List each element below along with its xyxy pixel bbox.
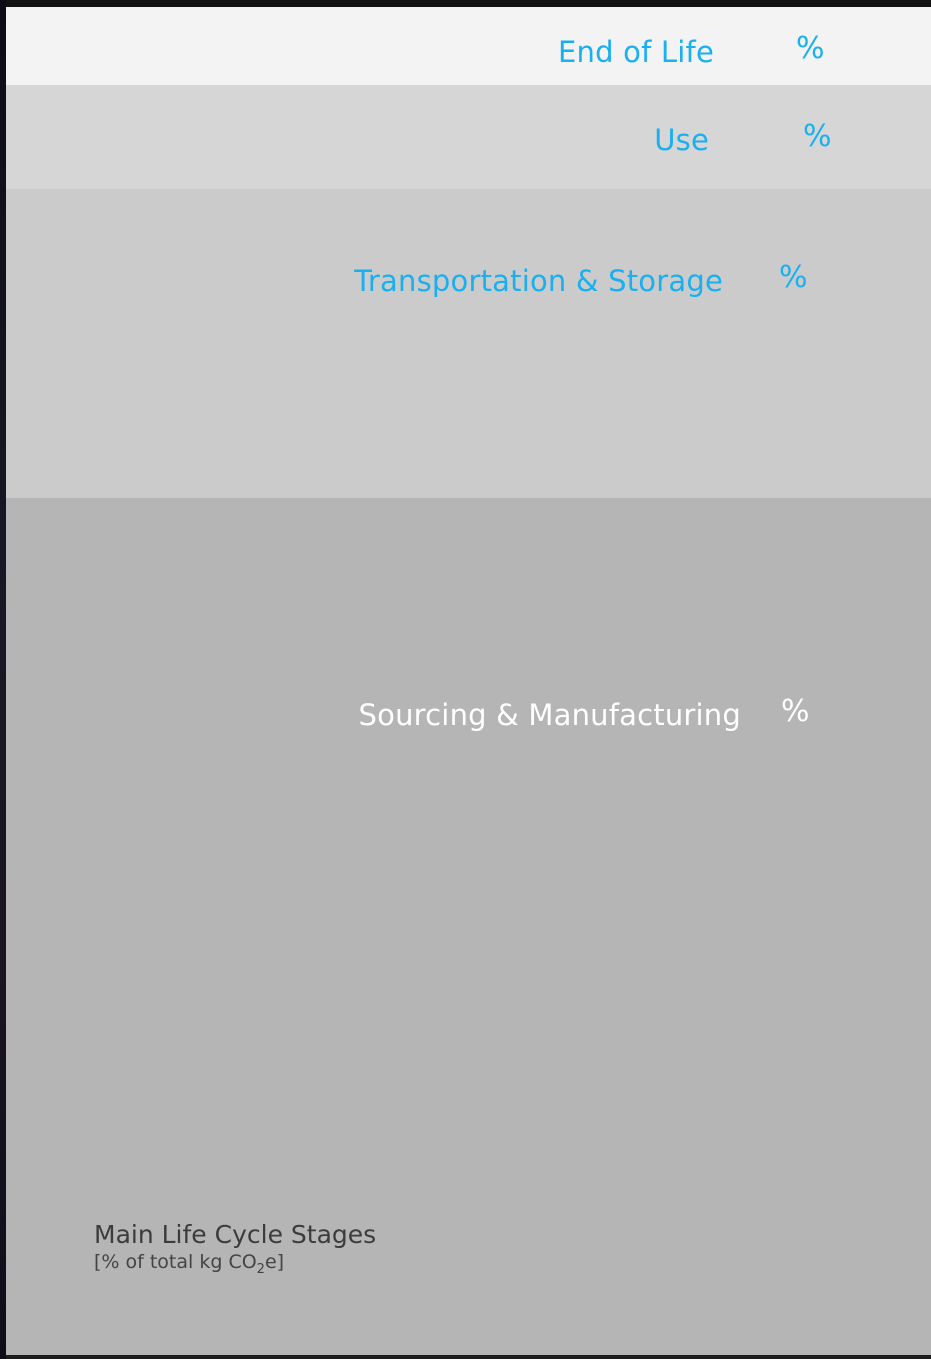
chart-title-block: Main Life Cycle Stages [% of total kg CO… — [94, 1220, 376, 1282]
subtitle-suffix: e] — [264, 1251, 285, 1273]
segment-label: End of Life — [558, 35, 714, 69]
chart-subtitle: [% of total kg CO2e] — [94, 1250, 376, 1282]
bar-segment-use: Use% — [6, 85, 931, 189]
bar-segment-end-of-life: End of Life% — [6, 7, 931, 85]
bottom-edge-strip — [6, 1355, 931, 1359]
segment-percent-label: % — [796, 31, 825, 66]
bar-segment-transportation-storage: Transportation & Storage% — [6, 189, 931, 498]
subtitle-text: [% of total kg CO — [94, 1251, 257, 1273]
life-cycle-chart: End of Life% Use% Transportation & Storage… — [0, 0, 931, 1359]
segment-label: Transportation & Storage — [354, 264, 723, 298]
segment-percent-label: % — [803, 119, 832, 154]
segment-percent-label: % — [781, 694, 810, 729]
chart-title: Main Life Cycle Stages — [94, 1220, 377, 1249]
subtitle-subscript: 2 — [256, 1261, 265, 1277]
segment-percent-label: % — [779, 260, 808, 295]
segment-label: Use — [654, 123, 709, 157]
segment-label: Sourcing & Manufacturing — [358, 698, 741, 732]
